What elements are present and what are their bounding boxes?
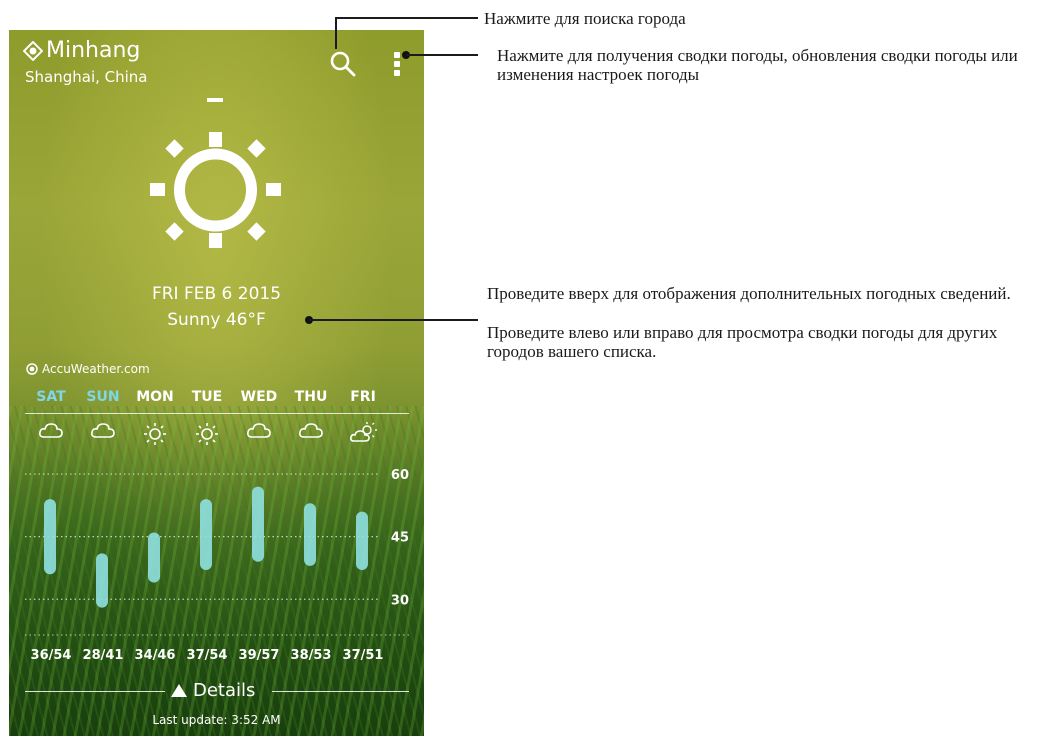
details-divider-right <box>272 691 409 692</box>
forecast-day-sun[interactable]: SUN <box>77 389 129 405</box>
menu-dot-icon <box>394 70 400 76</box>
forecast-icons <box>25 422 409 446</box>
cloud-icon <box>233 422 285 446</box>
menu-dot-icon <box>394 61 400 67</box>
forecast-day-mon[interactable]: MON <box>129 389 181 405</box>
sun-icon <box>181 422 233 446</box>
temp-bar-sun <box>96 553 108 608</box>
forecast-range-wed: 39/57 <box>238 648 280 663</box>
forecast-day-wed[interactable]: WED <box>233 389 285 405</box>
forecast-range-thu: 38/53 <box>290 648 332 663</box>
sun-icon <box>129 422 181 446</box>
forecast-days: SAT SUN MON TUE WED THU FRI <box>25 389 409 409</box>
swipe-annotation-1: Проведите вверх для отображения дополнит… <box>487 284 1011 303</box>
details-button[interactable]: Details <box>171 680 255 701</box>
forecast-range-sat: 36/54 <box>30 648 72 663</box>
temp-bar-mon <box>148 532 160 583</box>
expand-up-icon <box>171 684 187 697</box>
temp-bar-thu <box>304 503 316 566</box>
location-header: Minhang <box>23 38 140 63</box>
forecast-day-thu[interactable]: THU <box>285 389 337 405</box>
forecast-range-fri: 37/51 <box>342 648 384 663</box>
y-tick-label: 30 <box>391 593 409 608</box>
y-tick-label: 45 <box>391 531 409 546</box>
temp-bar-sat <box>44 499 56 575</box>
temp-bar-tue <box>200 499 212 571</box>
pull-handle[interactable] <box>207 98 223 102</box>
search-callout-vertical <box>335 17 337 49</box>
sunny-weather-icon <box>150 132 281 248</box>
swipe-callout-line <box>309 319 478 321</box>
search-annotation: Нажмите для поиска города <box>484 9 686 28</box>
partly-sunny-icon <box>337 422 389 446</box>
forecast-ranges: 36/54 28/41 34/46 37/54 39/57 38/53 37/51 <box>25 648 409 668</box>
cloud-icon <box>25 422 77 446</box>
search-button[interactable] <box>327 48 357 78</box>
details-row: Details <box>25 680 409 704</box>
cloud-icon <box>77 422 129 446</box>
provider-logo[interactable]: AccuWeather.com <box>26 362 150 376</box>
days-divider <box>25 413 409 414</box>
forecast-range-tue: 37/54 <box>186 648 228 663</box>
forecast-day-sat[interactable]: SAT <box>25 389 77 405</box>
cloud-icon <box>285 422 337 446</box>
forecast-day-tue[interactable]: TUE <box>181 389 233 405</box>
y-tick-label: 60 <box>391 468 409 483</box>
weather-app-screen[interactable]: Minhang Shanghai, China FRI FEB 6 2015 S… <box>9 30 424 736</box>
search-icon <box>330 51 356 77</box>
location-diamond-icon <box>23 40 43 61</box>
temp-bar-fri <box>356 511 368 571</box>
temp-bar-wed <box>252 486 264 562</box>
menu-callout-line <box>406 54 478 56</box>
forecast-day-fri[interactable]: FRI <box>337 389 389 405</box>
temperature-chart: 60 45 30 <box>25 468 409 636</box>
details-divider-left <box>25 691 165 692</box>
region-name: Shanghai, China <box>25 68 148 86</box>
accuweather-sun-icon <box>26 363 38 375</box>
last-update: Last update: 3:52 AM <box>152 713 281 727</box>
menu-dot-icon <box>394 52 400 58</box>
provider-name: AccuWeather.com <box>42 362 150 376</box>
forecast-range-mon: 34/46 <box>134 648 176 663</box>
menu-annotation: Нажмите для получения сводки погоды, обн… <box>497 46 1018 84</box>
swipe-annotation-2: Проведите влево или вправо для просмотра… <box>487 323 998 361</box>
forecast-range-sun: 28/41 <box>82 648 124 663</box>
current-date: FRI FEB 6 2015 <box>151 284 282 304</box>
details-label: Details <box>193 680 256 701</box>
search-callout-horizontal <box>335 17 478 19</box>
city-name: Minhang <box>46 38 141 63</box>
